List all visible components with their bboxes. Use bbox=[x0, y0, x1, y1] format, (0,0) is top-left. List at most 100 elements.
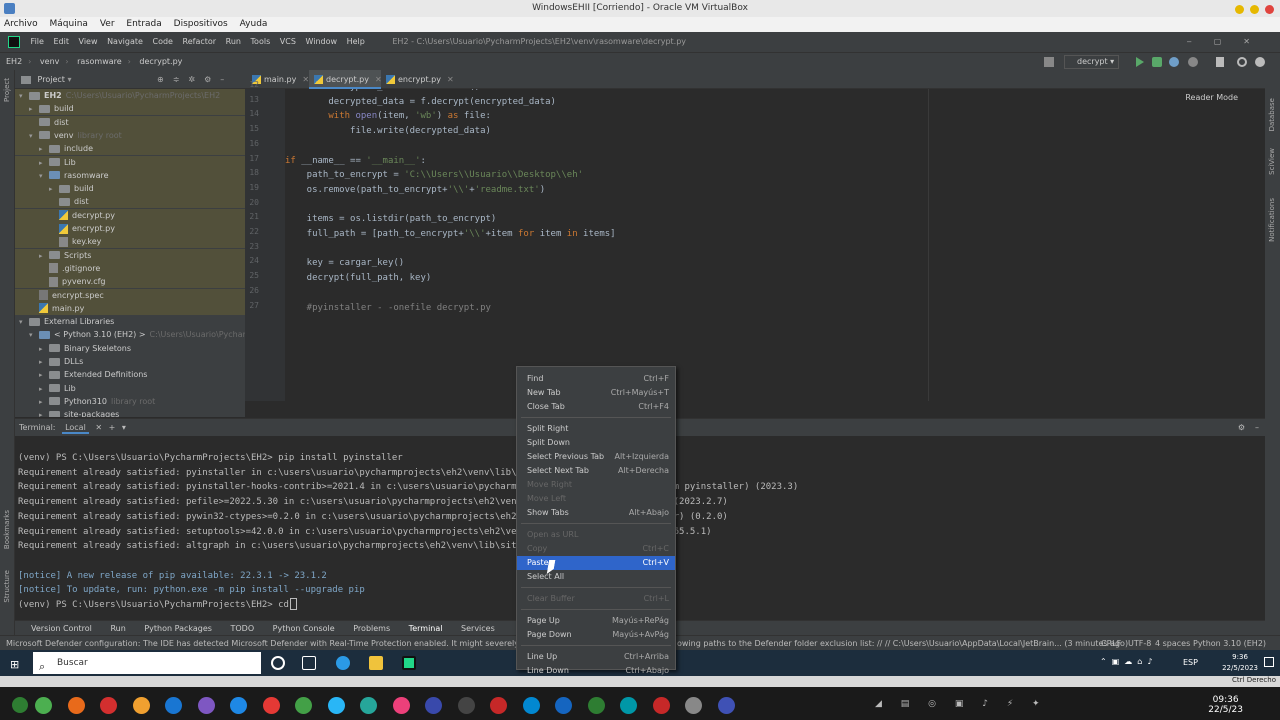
tree-item[interactable]: dist bbox=[15, 195, 245, 209]
close-tab-icon[interactable]: ✕ bbox=[95, 423, 102, 432]
menu-item-paste[interactable]: Paste Ctrl+V bbox=[517, 556, 675, 570]
menu-item-line-down[interactable]: Line Down Ctrl+Abajo bbox=[517, 664, 675, 678]
dock-app-icon[interactable] bbox=[100, 697, 117, 714]
menu-code[interactable]: Code bbox=[153, 37, 173, 46]
dock-app-icon[interactable] bbox=[620, 697, 637, 714]
tree-item[interactable]: key.key bbox=[15, 235, 245, 249]
menu-tools[interactable]: Tools bbox=[251, 37, 271, 46]
minimize-button[interactable] bbox=[1235, 5, 1244, 14]
vbox-menu-archivo[interactable]: Archivo bbox=[4, 19, 38, 29]
maximize-button[interactable] bbox=[1250, 5, 1259, 14]
settings-gear-icon[interactable] bbox=[1255, 57, 1265, 67]
dock-app-icon[interactable] bbox=[522, 697, 540, 714]
expand-arrow-icon[interactable]: ▾ bbox=[29, 130, 39, 143]
terminal-tab-local[interactable]: Local bbox=[62, 423, 89, 434]
run-icon[interactable] bbox=[1136, 57, 1144, 67]
expand-arrow-icon[interactable]: ▸ bbox=[39, 369, 49, 382]
dock-app-icon[interactable] bbox=[425, 697, 442, 714]
project-panel-title[interactable]: Project bbox=[38, 75, 65, 84]
tree-item[interactable]: ▸ DLLs bbox=[15, 355, 245, 368]
toolwin-todo[interactable]: TODO bbox=[230, 624, 254, 633]
tree-item[interactable]: ▸ build bbox=[15, 182, 245, 196]
dock-app-icon[interactable] bbox=[587, 697, 605, 714]
expand-arrow-icon[interactable]: ▸ bbox=[39, 356, 49, 369]
settings-gear-icon[interactable]: ⚙ bbox=[1238, 419, 1245, 437]
menu-vcs[interactable]: VCS bbox=[280, 37, 296, 46]
expand-arrow-icon[interactable]: ▾ bbox=[19, 90, 29, 103]
close-button[interactable] bbox=[1265, 5, 1274, 14]
menu-item-select-next-tab[interactable]: Select Next Tab Alt+Derecha bbox=[517, 464, 675, 478]
menu-file[interactable]: File bbox=[31, 37, 44, 46]
expand-arrow-icon[interactable]: ▸ bbox=[49, 183, 59, 196]
tab-decrypt-py[interactable]: decrypt.py ✕ bbox=[309, 70, 382, 89]
menu-help[interactable]: Help bbox=[347, 37, 365, 46]
dock-app-icon[interactable] bbox=[197, 697, 215, 714]
vbox-menu-maquina[interactable]: Máquina bbox=[50, 19, 88, 29]
host-clock[interactable]: 09:36 22/5/23 bbox=[1208, 695, 1243, 715]
notification-center-icon[interactable] bbox=[1264, 657, 1274, 667]
dock-app-icon[interactable] bbox=[230, 697, 247, 714]
dock-app-icon[interactable] bbox=[652, 697, 670, 714]
vbox-menu-ayuda[interactable]: Ayuda bbox=[240, 19, 268, 29]
cortana-icon[interactable] bbox=[271, 656, 285, 670]
stop-icon[interactable] bbox=[1216, 57, 1224, 67]
expand-arrow-icon[interactable]: ▾ bbox=[39, 170, 49, 183]
menu-edit[interactable]: Edit bbox=[53, 37, 69, 46]
hide-panel-icon[interactable]: – bbox=[1255, 419, 1259, 437]
menu-window[interactable]: Window bbox=[305, 37, 337, 46]
windows-start-icon[interactable]: ⊞ bbox=[10, 658, 19, 671]
bookmarks-tool-tab[interactable]: Bookmarks bbox=[3, 510, 11, 549]
tree-item[interactable]: ▾ rasomware bbox=[15, 168, 245, 183]
breadcrumb-rasomware[interactable]: rasomware bbox=[77, 57, 122, 66]
status-indent[interactable]: 4 spaces bbox=[1155, 636, 1190, 650]
status-encoding[interactable]: UTF-8 bbox=[1128, 636, 1151, 650]
vcs-icon[interactable] bbox=[1044, 57, 1054, 67]
toolwin-python-packages[interactable]: Python Packages bbox=[144, 624, 212, 633]
reader-mode-toggle[interactable]: Reader Mode bbox=[1185, 93, 1238, 102]
language-indicator[interactable]: ESP bbox=[1183, 658, 1198, 667]
toolwin-problems[interactable]: Problems bbox=[353, 624, 390, 633]
windows-clock[interactable]: 9:36 22/5/2023 bbox=[1222, 652, 1258, 674]
tree-item[interactable]: decrypt.py bbox=[15, 208, 245, 222]
expand-arrow-icon[interactable]: ▸ bbox=[39, 383, 49, 396]
tree-item[interactable]: main.py bbox=[15, 301, 245, 315]
status-message[interactable]: Microsoft Defender configuration: The ID… bbox=[6, 636, 516, 650]
vbox-menu-entrada[interactable]: Entrada bbox=[126, 19, 161, 29]
tab-encrypt-py[interactable]: encrypt.py ✕ bbox=[381, 70, 454, 89]
tree-item[interactable]: pyvenv.cfg bbox=[15, 275, 245, 289]
toolwin-run[interactable]: Run bbox=[110, 624, 125, 633]
project-panel-actions[interactable]: ⊕≑✲⚙– bbox=[157, 70, 233, 89]
dock-app-icon[interactable] bbox=[555, 697, 572, 714]
toolwin-version-control[interactable]: Version Control bbox=[31, 624, 92, 633]
tree-item[interactable]: ▸ site-packages bbox=[15, 408, 245, 417]
sciview-tool-tab[interactable]: SciView bbox=[1268, 148, 1276, 175]
dock-app-icon[interactable] bbox=[392, 697, 410, 714]
dock-app-icon[interactable] bbox=[685, 697, 702, 714]
menu-item-new-tab[interactable]: New Tab Ctrl+Mayús+T bbox=[517, 386, 675, 400]
coverage-icon[interactable] bbox=[1169, 57, 1179, 67]
expand-arrow-icon[interactable]: ▸ bbox=[29, 103, 39, 116]
tree-item[interactable]: encrypt.py bbox=[15, 222, 245, 235]
new-terminal-icon[interactable]: + bbox=[109, 423, 116, 432]
dock-app-icon[interactable] bbox=[132, 697, 150, 714]
tree-item[interactable]: ▾ < Python 3.10 (EH2) > C:\Users\Usuario\P… bbox=[15, 328, 245, 341]
menu-item-show-tabs[interactable]: Show Tabs Alt+Abajo bbox=[517, 506, 675, 520]
menu-item-close-tab[interactable]: Close Tab Ctrl+F4 bbox=[517, 400, 675, 414]
ide-window-controls[interactable]: ‒▢✕ bbox=[1187, 32, 1272, 52]
profile-icon[interactable] bbox=[1188, 57, 1198, 67]
tree-item[interactable]: ▸ Extended Definitions bbox=[15, 368, 245, 381]
tree-item[interactable]: encrypt.spec bbox=[15, 288, 245, 302]
tree-item[interactable]: .gitignore bbox=[15, 261, 245, 275]
dock-app-icon[interactable] bbox=[717, 697, 735, 714]
menu-item-line-up[interactable]: Line Up Ctrl+Arriba bbox=[517, 650, 675, 664]
dock-app-icon[interactable] bbox=[327, 697, 345, 714]
tree-item[interactable]: ▸ Binary Skeletons bbox=[15, 342, 245, 355]
menu-item-split-right[interactable]: Split Right bbox=[517, 422, 675, 436]
expand-arrow-icon[interactable]: ▸ bbox=[39, 157, 49, 170]
host-apps-icon[interactable] bbox=[12, 697, 28, 713]
menu-navigate[interactable]: Navigate bbox=[107, 37, 143, 46]
project-tool-tab[interactable]: Project bbox=[3, 78, 11, 102]
notifications-tool-tab[interactable]: Notifications bbox=[1268, 198, 1276, 242]
chevron-down-icon[interactable]: ▾ bbox=[122, 423, 126, 432]
status-line-separator[interactable]: CRLF bbox=[1101, 636, 1121, 650]
